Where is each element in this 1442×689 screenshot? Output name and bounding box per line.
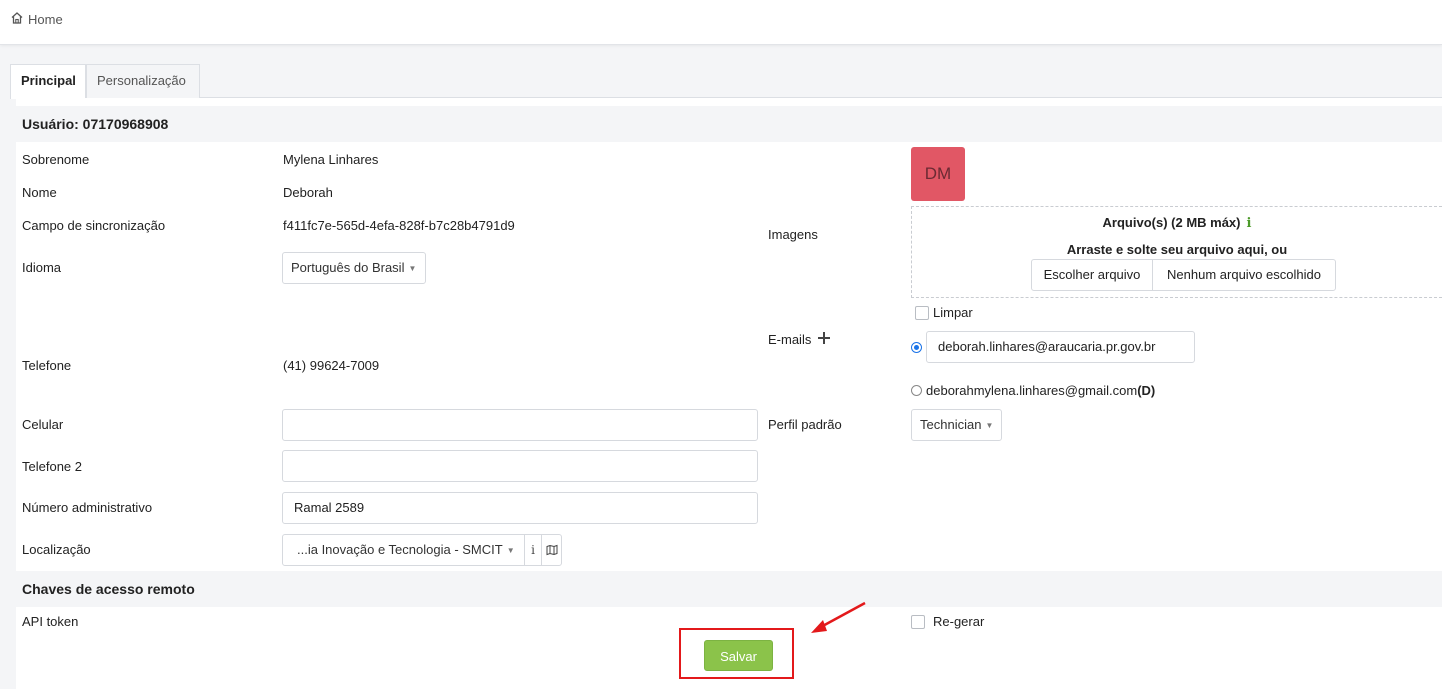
- api-token-label: API token: [22, 614, 79, 629]
- localizacao-dropdown[interactable]: ...ia Inovação e Tecnologia - SMCIT ▼: [282, 534, 525, 566]
- regen-label[interactable]: Re-gerar: [933, 614, 984, 629]
- drop-text: Arraste e solte seu arquivo aqui, ou: [1066, 242, 1288, 257]
- primary-email-radio[interactable]: [911, 342, 922, 353]
- caret-down-icon: ▼: [985, 421, 994, 430]
- add-email-icon[interactable]: [818, 332, 830, 344]
- celular-label: Celular: [22, 417, 64, 432]
- file-dropzone[interactable]: Arquivo(s) (2 MB máx) i Arraste e solte s…: [911, 206, 1442, 298]
- secondary-email: deborahmylena.linhares@gmail.com(D): [926, 383, 1156, 398]
- caret-down-icon: ▼: [408, 264, 417, 273]
- tab-personalizacao[interactable]: Personalização: [86, 64, 200, 98]
- telefone2-label: Telefone 2: [22, 459, 82, 474]
- breadcrumb-home[interactable]: Home: [28, 12, 63, 27]
- user-header: Usuário: 07170968908: [16, 106, 1442, 142]
- celular-input[interactable]: [282, 409, 758, 441]
- sobrenome-value: Mylena Linhares: [283, 152, 379, 167]
- map-icon[interactable]: [541, 534, 562, 566]
- idioma-dropdown[interactable]: Português do Brasil ▼: [282, 252, 426, 284]
- telefone2-input[interactable]: [282, 450, 758, 482]
- perfil-selected: Technician: [920, 417, 982, 432]
- caret-down-icon: ▼: [506, 546, 515, 555]
- perfil-label: Perfil padrão: [768, 417, 842, 432]
- localizacao-label: Localização: [22, 542, 91, 557]
- remote-keys-header: Chaves de acesso remoto: [16, 571, 1442, 607]
- clear-image-checkbox[interactable]: [915, 306, 929, 320]
- regen-checkbox[interactable]: [911, 615, 925, 629]
- sobrenome-label: Sobrenome: [22, 152, 90, 167]
- location-info-icon[interactable]: i: [524, 534, 542, 566]
- telefone-value: (41) 99624-7009: [283, 358, 380, 373]
- primary-email-input[interactable]: deborah.linhares@araucaria.pr.gov.br: [926, 331, 1195, 363]
- annotation-arrow-icon: [811, 601, 866, 633]
- home-icon[interactable]: [10, 11, 24, 25]
- emails-label: E-mails: [768, 332, 812, 347]
- nome-value: Deborah: [283, 185, 333, 200]
- annotation-box: [679, 628, 794, 679]
- localizacao-selected: ...ia Inovação e Tecnologia - SMCIT: [297, 542, 503, 557]
- no-file-text: Nenhum arquivo escolhido: [1152, 259, 1336, 291]
- tab-principal[interactable]: Principal: [10, 64, 86, 99]
- numero-admin-label: Número administrativo: [22, 500, 153, 515]
- clear-image-label[interactable]: Limpar: [933, 305, 973, 320]
- nome-label: Nome: [22, 185, 57, 200]
- sync-field-value: f411fc7e-565d-4efa-828f-b7c28b4791d9: [283, 218, 515, 233]
- top-bar: Home: [0, 0, 1442, 45]
- info-icon[interactable]: i: [1247, 216, 1252, 231]
- tab-bar: Principal Personalização: [10, 64, 1442, 99]
- choose-file-button[interactable]: Escolher arquivo: [1031, 259, 1153, 291]
- upload-title: Arquivo(s) (2 MB máx) i: [1102, 215, 1252, 231]
- imagens-label: Imagens: [768, 227, 818, 242]
- avatar: DM: [911, 147, 965, 201]
- idioma-label: Idioma: [22, 260, 62, 275]
- perfil-dropdown[interactable]: Technician ▼: [911, 409, 1002, 441]
- telefone-label: Telefone: [22, 358, 72, 373]
- secondary-email-radio[interactable]: [911, 385, 922, 396]
- idioma-selected: Português do Brasil: [291, 260, 405, 275]
- numero-admin-input[interactable]: Ramal 2589: [282, 492, 758, 524]
- sync-field-label: Campo de sincronização: [22, 218, 166, 233]
